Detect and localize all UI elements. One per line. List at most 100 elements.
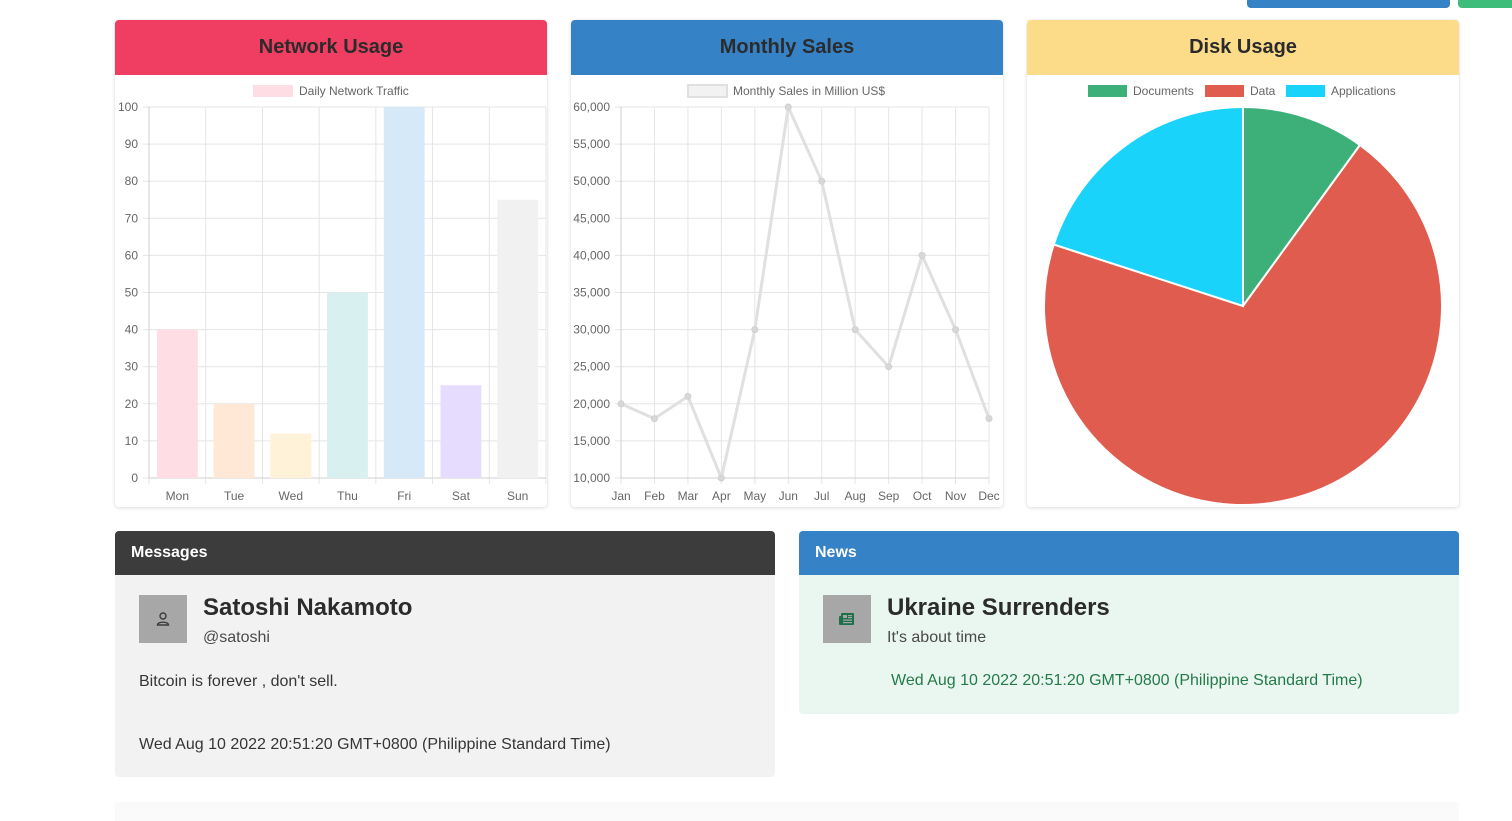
y-tick-label: 20 [125, 397, 139, 411]
message-text: Bitcoin is forever , don't sell. [139, 673, 338, 690]
x-tick-label: Sun [507, 489, 528, 503]
y-tick-label: 80 [125, 174, 139, 188]
messages-panel: Messages Satoshi Nakamoto @satoshi Bitco… [115, 531, 775, 777]
y-tick-label: 10,000 [573, 471, 610, 485]
news-panel: News Ukraine Surrenders It's about time … [799, 531, 1459, 714]
legend-swatch-applications [1286, 85, 1325, 97]
legend-swatch [687, 84, 728, 98]
y-tick-label: 70 [125, 211, 139, 225]
bar-fri [383, 107, 425, 478]
legend-swatch-documents [1088, 85, 1127, 97]
y-tick-label: 45,000 [573, 211, 610, 225]
bar-tue [213, 403, 255, 478]
y-tick-label: 40 [125, 323, 139, 337]
legend-swatch-data [1205, 85, 1244, 97]
message-author-handle: @satoshi [203, 629, 270, 646]
x-tick-label: Wed [279, 489, 303, 503]
news-timestamp: Wed Aug 10 2022 20:51:20 GMT+0800 (Phili… [891, 672, 1363, 689]
legend-swatch [253, 85, 293, 97]
bar-mon [156, 329, 198, 478]
point-jun [784, 103, 792, 111]
x-tick-label: Jul [814, 489, 829, 503]
y-tick-label: 90 [125, 137, 139, 151]
y-tick-label: 30 [125, 360, 139, 374]
x-tick-label: Jun [779, 489, 798, 503]
x-tick-label: Apr [712, 489, 731, 503]
bar-thu [327, 292, 368, 478]
bar-wed [270, 433, 312, 478]
news-header: News [799, 531, 1459, 575]
point-dec [985, 415, 993, 423]
y-tick-label: 35,000 [573, 286, 610, 300]
y-tick-label: 40,000 [573, 248, 610, 262]
network-usage-title: Network Usage [258, 36, 404, 58]
messages-header-label: Messages [131, 544, 208, 561]
y-tick-label: 25,000 [573, 360, 610, 374]
avatar [139, 595, 187, 643]
footer-strip [115, 802, 1459, 821]
monthly-sales-card: Monthly Sales Monthly Sales in Million U… [571, 20, 1003, 507]
network-traffic-bar-chart: Daily Network Traffic1009080706050403020… [118, 84, 547, 503]
x-tick-label: Mar [678, 489, 699, 503]
x-tick-label: Jan [611, 489, 630, 503]
news-thumbnail [823, 595, 871, 643]
point-feb [650, 415, 658, 423]
message-author-name: Satoshi Nakamoto [203, 594, 413, 621]
monthly-sales-line-chart: Monthly Sales in Million US$ 60,000 55,000… [573, 84, 1000, 503]
legend-label: Monthly Sales in Million US$ [733, 84, 885, 98]
point-jul [818, 177, 826, 185]
news-header-label: News [815, 544, 857, 561]
y-tick-label: 15,000 [573, 434, 610, 448]
bar-sat [440, 385, 482, 478]
y-tick-label: 60,000 [573, 100, 610, 114]
news-subtitle: It's about time [887, 629, 987, 646]
message-timestamp: Wed Aug 10 2022 20:51:20 GMT+0800 (Phili… [139, 736, 611, 753]
top-green-button[interactable] [1458, 0, 1512, 8]
x-tick-label: Aug [845, 489, 866, 503]
x-tick-label: Sat [452, 489, 471, 503]
legend-label-data: Data [1250, 84, 1276, 98]
x-tick-label: Fri [397, 489, 411, 503]
x-tick-label: May [743, 489, 766, 503]
x-tick-label: Nov [945, 489, 966, 503]
point-nov [952, 326, 960, 334]
disk-usage-card: Disk Usage Documents Data Applications [1027, 20, 1459, 507]
x-tick-label: Mon [166, 489, 189, 503]
x-tick-label: Tue [224, 489, 245, 503]
y-tick-label: 50,000 [573, 174, 610, 188]
bar-sun [497, 199, 539, 478]
disk-usage-title: Disk Usage [1189, 36, 1297, 58]
news-title: Ukraine Surrenders [887, 594, 1110, 621]
y-tick-label: 30,000 [573, 323, 610, 337]
network-usage-header: Network Usage [115, 20, 547, 75]
y-tick-label: 100 [118, 100, 138, 114]
y-tick-label: 60 [125, 248, 139, 262]
y-tick-label: 0 [131, 471, 138, 485]
legend-label-applications: Applications [1331, 84, 1396, 98]
point-mar [684, 392, 692, 400]
x-tick-label: Thu [337, 489, 358, 503]
y-tick-label: 55,000 [573, 137, 610, 151]
x-tick-label: Sep [878, 489, 900, 503]
network-usage-card: Network Usage Daily Network Traffic 100 90… [115, 20, 547, 507]
point-jan [617, 400, 625, 408]
top-blue-button[interactable] [1247, 0, 1450, 8]
disk-usage-pie-chart: Documents Data Applications [1043, 84, 1443, 506]
monthly-sales-header: Monthly Sales [571, 20, 1003, 75]
x-tick-label: Feb [644, 489, 665, 503]
point-may [751, 326, 759, 334]
y-tick-label: 50 [125, 286, 139, 300]
y-tick-label: 10 [125, 434, 139, 448]
monthly-sales-title: Monthly Sales [719, 36, 855, 58]
legend-label-documents: Documents [1133, 84, 1194, 98]
newspaper-icon [839, 613, 854, 625]
user-icon [156, 612, 170, 626]
point-sep [885, 363, 893, 371]
x-tick-label: Dec [978, 489, 999, 503]
point-oct [918, 251, 926, 259]
disk-usage-header: Disk Usage [1027, 20, 1459, 75]
x-tick-label: Oct [913, 489, 932, 503]
y-tick-label: 20,000 [573, 397, 610, 411]
messages-header: Messages [115, 531, 775, 575]
point-aug [851, 326, 859, 334]
